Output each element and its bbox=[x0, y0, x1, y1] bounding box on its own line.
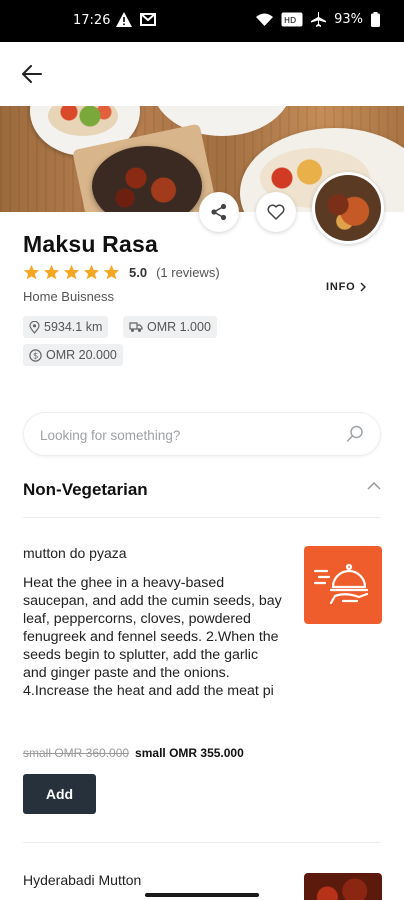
status-bar: 17:26 HD 93% bbox=[0, 0, 404, 42]
status-notification-icons bbox=[116, 12, 156, 27]
arrow-left-icon bbox=[22, 65, 42, 83]
avatar-image bbox=[315, 175, 381, 241]
restaurant-name: Maksu Rasa bbox=[23, 231, 158, 257]
dollar-circle-icon: $ bbox=[29, 348, 42, 362]
share-button[interactable] bbox=[199, 192, 239, 232]
divider bbox=[23, 842, 381, 843]
star-icon bbox=[43, 264, 60, 280]
restaurant-avatar bbox=[312, 172, 384, 244]
rating-row: 5.0 (1 reviews) bbox=[23, 264, 220, 281]
menu-search bbox=[23, 412, 381, 456]
wifi-icon bbox=[256, 13, 274, 26]
star-icon bbox=[23, 264, 40, 280]
gmail-icon bbox=[140, 13, 156, 26]
item-old-price: small OMR 360.000 bbox=[23, 746, 130, 760]
favorite-button[interactable] bbox=[256, 192, 296, 232]
food-delivery-icon bbox=[313, 563, 369, 605]
category-title: Non-Vegetarian bbox=[23, 480, 148, 499]
battery-percent: 93% bbox=[334, 12, 363, 27]
status-system-icons: HD 93% bbox=[256, 12, 380, 27]
info-link[interactable]: INFO bbox=[326, 281, 367, 293]
category-header[interactable]: Non-Vegetarian bbox=[23, 472, 381, 512]
item-description: Heat the ghee in a heavy-based saucepan,… bbox=[23, 575, 282, 699]
distance-chip: 5934.1 km bbox=[23, 316, 109, 338]
svg-text:$: $ bbox=[33, 351, 38, 361]
hd-icon: HD bbox=[281, 12, 303, 27]
item-image bbox=[304, 873, 382, 900]
business-type: Home Buisness bbox=[23, 289, 115, 304]
chevron-right-icon bbox=[360, 282, 367, 292]
star-icon bbox=[103, 264, 120, 280]
star-icon bbox=[63, 264, 80, 280]
status-time: 17:26 bbox=[73, 13, 111, 28]
svg-text:HD: HD bbox=[284, 16, 296, 25]
back-button[interactable] bbox=[18, 60, 46, 88]
battery-icon bbox=[371, 12, 380, 27]
item-price-row: small OMR 360.000 small OMR 355.000 bbox=[23, 746, 244, 760]
rating-value: 5.0 bbox=[129, 265, 148, 280]
add-to-cart-button[interactable]: Add bbox=[23, 774, 96, 814]
review-count[interactable]: (1 reviews) bbox=[156, 265, 220, 280]
min-order-value: OMR 20.000 bbox=[46, 348, 117, 362]
app-bar bbox=[0, 42, 404, 106]
item-name: Hyderabadi Mutton bbox=[23, 872, 142, 888]
min-order-chip: $ OMR 20.000 bbox=[23, 344, 123, 366]
item-image bbox=[304, 546, 382, 624]
delivery-truck-icon bbox=[129, 322, 143, 332]
item-name: mutton do pyaza bbox=[23, 545, 127, 561]
heart-icon bbox=[267, 204, 285, 220]
location-pin-icon bbox=[29, 320, 40, 334]
star-icon bbox=[83, 264, 100, 280]
delivery-fee-value: OMR 1.000 bbox=[147, 320, 211, 334]
search-input[interactable] bbox=[40, 424, 340, 446]
warning-icon bbox=[116, 12, 132, 27]
share-icon bbox=[211, 203, 227, 221]
home-indicator[interactable] bbox=[145, 893, 259, 897]
airplane-icon bbox=[311, 12, 327, 27]
search-icon[interactable] bbox=[346, 425, 364, 443]
divider bbox=[23, 517, 381, 518]
chevron-up-icon bbox=[367, 482, 381, 490]
item-new-price: small OMR 355.000 bbox=[135, 746, 244, 760]
delivery-fee-chip: OMR 1.000 bbox=[123, 316, 217, 338]
info-label: INFO bbox=[326, 281, 356, 293]
distance-value: 5934.1 km bbox=[44, 320, 103, 334]
